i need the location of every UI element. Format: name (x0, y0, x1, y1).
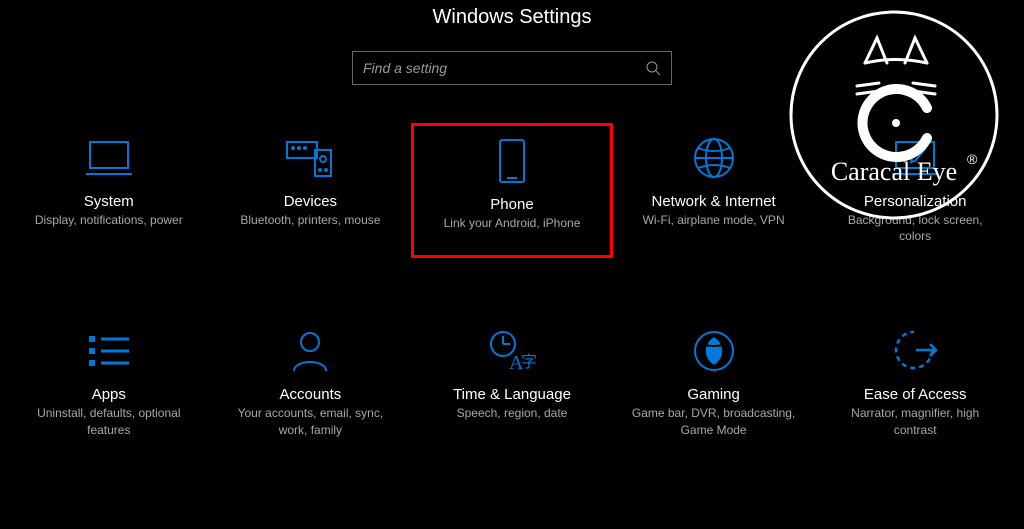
tile-title: Ease of Access (864, 386, 967, 403)
tile-desc: Link your Android, iPhone (444, 215, 581, 231)
tile-desc: Bluetooth, printers, mouse (240, 212, 380, 228)
tile-accounts[interactable]: Accounts Your accounts, email, sync, wor… (210, 316, 412, 451)
tile-desc: Display, notifications, power (35, 212, 183, 228)
tile-ease-of-access[interactable]: Ease of Access Narrator, magnifier, high… (814, 316, 1016, 451)
tile-desc: Your accounts, email, sync, work, family (225, 405, 395, 437)
tile-desc: Game bar, DVR, broadcasting, Game Mode (629, 405, 799, 437)
accounts-icon (290, 326, 330, 376)
tile-desc: Narrator, magnifier, high contrast (830, 405, 1000, 437)
globe-icon (692, 133, 736, 183)
search-icon (645, 60, 661, 76)
settings-grid: System Display, notifications, power Dev… (0, 85, 1024, 452)
tile-desc: Wi-Fi, airplane mode, VPN (643, 212, 785, 228)
tile-phone[interactable]: Phone Link your Android, iPhone (411, 123, 613, 258)
search-input-wrapper[interactable] (352, 51, 672, 85)
ease-of-access-icon (892, 326, 938, 376)
tile-gaming[interactable]: Gaming Game bar, DVR, broadcasting, Game… (613, 316, 815, 451)
tile-desc: Speech, region, date (457, 405, 568, 421)
svg-text:字: 字 (521, 353, 536, 371)
tile-title: System (84, 193, 134, 210)
tile-title: Gaming (687, 386, 740, 403)
tile-title: Personalization (864, 193, 967, 210)
personalization-icon (892, 133, 938, 183)
tile-desc: Uninstall, defaults, optional features (24, 405, 194, 437)
devices-icon (285, 133, 335, 183)
page-title: Windows Settings (0, 6, 1024, 29)
gaming-icon (692, 326, 736, 376)
tile-network[interactable]: Network & Internet Wi-Fi, airplane mode,… (613, 123, 815, 258)
phone-icon (498, 136, 526, 186)
tile-title: Accounts (280, 386, 342, 403)
tile-title: Phone (490, 196, 533, 213)
tile-desc: Background, lock screen, colors (830, 212, 1000, 244)
tile-title: Network & Internet (651, 193, 775, 210)
tile-apps[interactable]: Apps Uninstall, defaults, optional featu… (8, 316, 210, 451)
tile-title: Devices (284, 193, 337, 210)
time-language-icon: A 字 (488, 326, 536, 376)
tile-title: Apps (92, 386, 126, 403)
system-icon (86, 133, 132, 183)
apps-icon (87, 326, 131, 376)
tile-devices[interactable]: Devices Bluetooth, printers, mouse (210, 123, 412, 258)
tile-time-language[interactable]: A 字 Time & Language Speech, region, date (411, 316, 613, 451)
search-input[interactable] (363, 60, 645, 76)
tile-personalization[interactable]: Personalization Background, lock screen,… (814, 123, 1016, 258)
tile-system[interactable]: System Display, notifications, power (8, 123, 210, 258)
tile-title: Time & Language (453, 386, 571, 403)
